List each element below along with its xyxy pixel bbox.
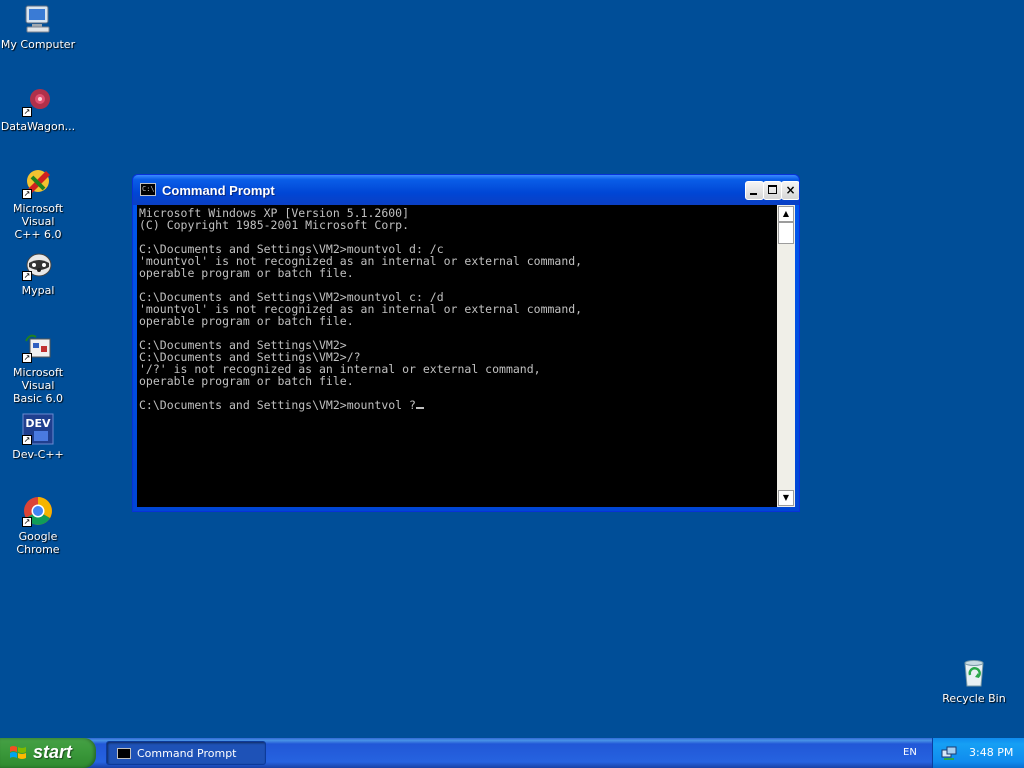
my-computer-icon [22,3,54,35]
scroll-down-button[interactable]: ▼ [778,490,794,506]
command-prompt-icon[interactable]: C:\ [140,183,156,196]
desktop-icon-dev-cpp[interactable]: DEV ↗ Dev-C++ [0,413,76,461]
datawagon-icon: ↗ [22,85,54,117]
console-line: (C) Copyright 1985-2001 Microsoft Corp. [139,218,410,232]
recycle-bin-icon [958,657,990,689]
desktop-icon-label: Recycle Bin [942,692,1006,705]
shortcut-arrow-icon: ↗ [22,517,32,527]
close-icon: × [785,183,796,197]
close-button[interactable]: × [781,181,799,200]
visual-basic-icon: ↗ [22,331,54,363]
desktop: My Computer ↗ DataWagon... ↗ Microsoft V… [0,0,1024,738]
shortcut-arrow-icon: ↗ [22,353,32,363]
shortcut-arrow-icon: ↗ [22,189,32,199]
desktop-icon-recycle-bin[interactable]: Recycle Bin [936,657,1012,705]
window-titlebar[interactable]: C:\ Command Prompt × [133,175,799,205]
minimize-icon [750,193,757,195]
mypal-icon: ↗ [22,249,54,281]
language-indicator[interactable]: EN [903,747,917,758]
vertical-scrollbar[interactable]: ▲ ▼ [777,205,795,507]
windows-flag-icon [10,746,26,759]
console-line: operable program or batch file. [139,266,354,280]
desktop-icon-label: DataWagon... [0,120,76,133]
desktop-icon-label: Microsoft Visual C++ 6.0 [12,202,64,241]
system-tray: 3:48 PM [932,738,1024,768]
window-title: Command Prompt [162,183,275,198]
chrome-icon: ↗ [22,495,54,527]
desktop-icon-datawagon[interactable]: ↗ DataWagon... [0,85,76,133]
shortcut-arrow-icon: ↗ [22,435,32,445]
desktop-icon-label: Dev-C++ [12,448,64,461]
desktop-icon-visual-cpp[interactable]: ↗ Microsoft Visual C++ 6.0 [0,167,76,241]
maximize-icon [768,185,777,194]
console-line: operable program or batch file. [139,314,354,328]
desktop-icon-label: Mypal [21,284,55,297]
svg-text:DEV: DEV [25,417,51,430]
command-prompt-window[interactable]: C:\ Command Prompt × Microsoft Windows X… [132,174,800,512]
command-prompt-icon [117,748,131,759]
taskbar-button-label: Command Prompt [137,747,237,760]
scrollbar-thumb[interactable] [778,222,794,244]
desktop-icon-visual-basic[interactable]: ↗ Microsoft Visual Basic 6.0 [0,331,76,405]
shortcut-arrow-icon: ↗ [22,107,32,117]
desktop-icon-my-computer[interactable]: My Computer [0,3,76,51]
network-icon[interactable] [941,745,957,761]
desktop-icon-chrome[interactable]: ↗ Google Chrome [0,495,76,556]
start-button[interactable]: start [0,738,96,768]
console-line: operable program or batch file. [139,374,354,388]
console-output[interactable]: Microsoft Windows XP [Version 5.1.2600](… [139,207,775,505]
start-label: start [33,742,73,762]
desktop-icon-label: Microsoft Visual Basic 6.0 [12,366,64,405]
console-line: C:\Documents and Settings\VM2>mountvol ? [139,399,775,411]
desktop-icon-mypal[interactable]: ↗ Mypal [0,249,76,297]
taskbar: start Command Prompt EN 3:48 PM [0,738,1024,768]
visual-cpp-icon: ↗ [22,167,54,199]
maximize-button[interactable] [763,181,782,200]
shortcut-arrow-icon: ↗ [22,271,32,281]
desktop-icon-label: My Computer [0,38,76,51]
console-area[interactable]: Microsoft Windows XP [Version 5.1.2600](… [137,205,795,507]
scroll-up-button[interactable]: ▲ [778,206,794,222]
taskbar-button-command-prompt[interactable]: Command Prompt [106,741,266,765]
clock[interactable]: 3:48 PM [969,746,1013,759]
minimize-button[interactable] [745,181,764,200]
dev-cpp-icon: DEV ↗ [22,413,54,445]
desktop-icon-label: Google Chrome [16,530,60,556]
text-cursor [415,407,424,409]
